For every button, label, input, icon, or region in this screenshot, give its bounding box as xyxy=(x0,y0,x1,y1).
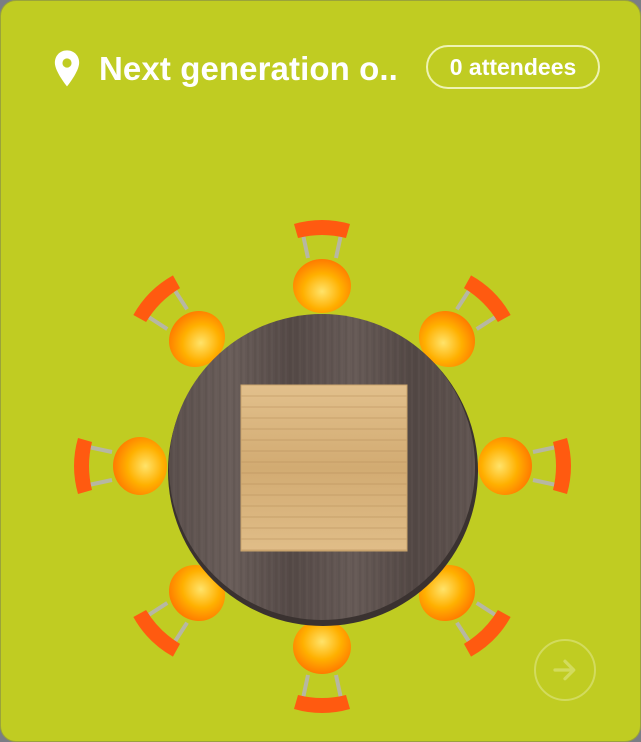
seating-plan xyxy=(72,218,573,715)
next-button[interactable] xyxy=(534,639,596,701)
arrow-right-icon xyxy=(553,659,576,681)
round-table xyxy=(168,314,478,626)
table-card[interactable]: Next generation o... 0 attendees xyxy=(0,0,641,742)
